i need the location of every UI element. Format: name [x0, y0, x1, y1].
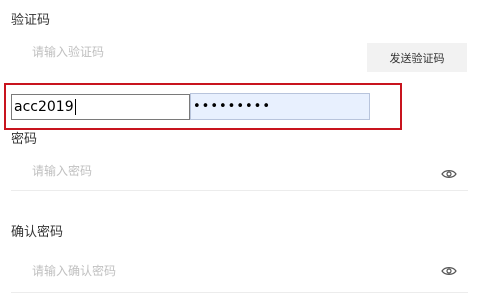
confirm-password-input[interactable]: 请输入确认密码 [32, 264, 116, 278]
password-label: 密码 [11, 132, 38, 147]
password-underline [11, 190, 468, 191]
autofill-password-field[interactable]: ••••••••• [190, 93, 370, 120]
send-verification-code-button[interactable]: 发送验证码 [367, 43, 467, 72]
confirm-password-underline [11, 292, 468, 293]
autofill-username-value: acc2019 [14, 99, 74, 115]
password-input[interactable]: 请输入密码 [32, 164, 92, 178]
eye-icon[interactable] [441, 266, 457, 276]
eye-icon[interactable] [441, 169, 457, 179]
verification-code-input[interactable]: 请输入验证码 [32, 45, 104, 59]
text-caret [74, 99, 76, 115]
verification-code-label: 验证码 [11, 13, 51, 28]
register-form: 验证码 请输入验证码 发送验证码 acc2019 ••••••••• 密码 请输… [0, 0, 503, 297]
confirm-password-label: 确认密码 [11, 225, 64, 240]
autofill-username-field[interactable]: acc2019 [11, 94, 190, 120]
